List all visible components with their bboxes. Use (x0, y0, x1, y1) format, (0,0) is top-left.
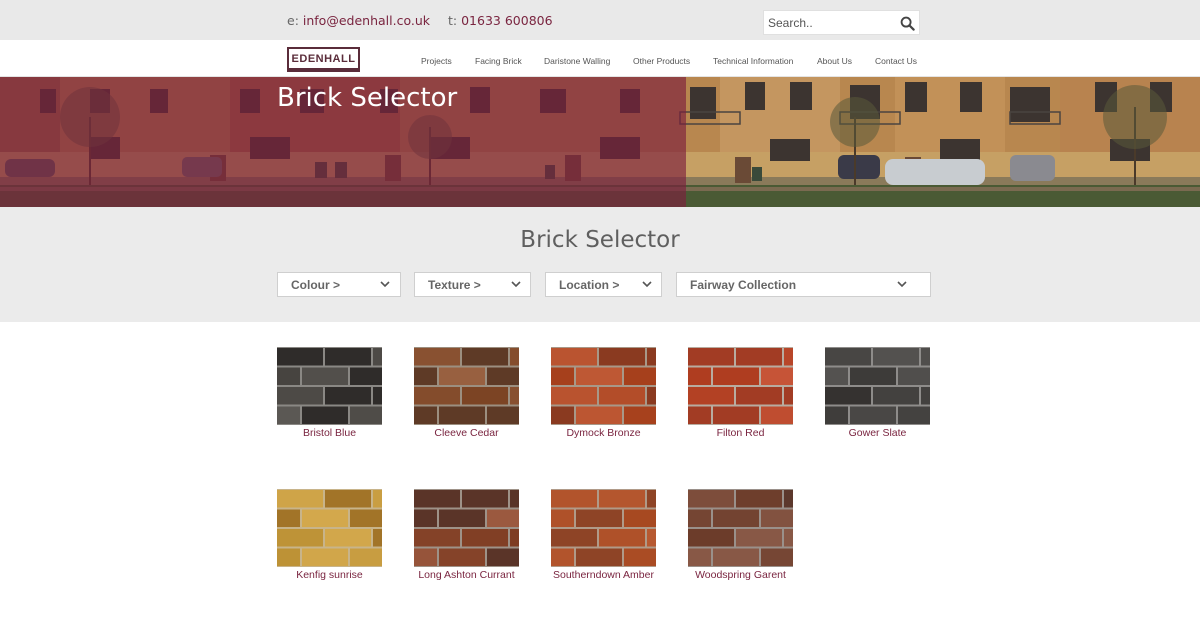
email-label: e: (287, 13, 299, 28)
product-card[interactable]: Woodspring Garent (688, 489, 793, 581)
product-name: Long Ashton Currant (418, 569, 515, 581)
brick-swatch-image (414, 489, 519, 567)
edenhall-logo[interactable]: EDENHALL (287, 47, 360, 72)
logo-text: EDENHALL (291, 52, 356, 65)
product-name: Cleeve Cedar (434, 427, 499, 439)
product-card[interactable]: Filton Red (688, 347, 793, 439)
nav-contact-us[interactable]: Contact Us (875, 56, 917, 66)
colour-select[interactable]: Colour > (277, 272, 401, 297)
top-bar: e: info@edenhall.co.uk t: 01633 600806 (0, 0, 1200, 40)
phone-label: t: (447, 13, 458, 28)
nav-projects[interactable]: Projects (421, 56, 452, 66)
chevron-down-icon (897, 281, 907, 288)
search-box (763, 10, 920, 35)
brick-swatch-image (551, 489, 656, 567)
product-card[interactable]: Cleeve Cedar (414, 347, 519, 439)
nav-other-products[interactable]: Other Products (633, 56, 690, 66)
product-card[interactable]: Dymock Bronze (551, 347, 656, 439)
brick-swatch-image (277, 489, 382, 567)
selector-title: Brick Selector (520, 227, 680, 253)
filter-panel: Brick Selector Colour > Texture > Locati… (0, 207, 1200, 322)
chevron-down-icon (380, 281, 390, 288)
product-name: Woodspring Garent (695, 569, 786, 581)
location-select[interactable]: Location > (545, 272, 662, 297)
colour-select-label: Colour > (291, 278, 341, 292)
product-card[interactable]: Kenfig sunrise (277, 489, 382, 581)
banner-title: Brick Selector (277, 83, 458, 113)
product-card[interactable]: Long Ashton Currant (414, 489, 519, 581)
brick-swatch-image (551, 347, 656, 425)
brick-swatch-image (825, 347, 930, 425)
brick-swatch-image (688, 489, 793, 567)
product-name: Gower Slate (848, 427, 907, 439)
hero-banner: Brick Selector (0, 77, 1200, 207)
product-name: Dymock Bronze (566, 427, 641, 439)
texture-select[interactable]: Texture > (414, 272, 531, 297)
search-icon[interactable] (900, 16, 915, 31)
contact-info: e: info@edenhall.co.uk t: 01633 600806 (287, 13, 553, 28)
search-input[interactable] (768, 14, 893, 31)
chevron-down-icon (642, 281, 652, 288)
product-name: Bristol Blue (302, 427, 357, 439)
banner-image (0, 77, 1200, 207)
texture-select-label: Texture > (428, 278, 481, 292)
nav-about-us[interactable]: About Us (817, 56, 852, 66)
product-name: Filton Red (716, 427, 765, 439)
brick-swatch-image (688, 347, 793, 425)
product-card[interactable]: Southerndown Amber (551, 489, 656, 581)
brick-swatch-image (414, 347, 519, 425)
nav-daristone-walling[interactable]: Daristone Walling (544, 56, 610, 66)
collection-select[interactable]: Fairway Collection (676, 272, 931, 297)
collection-select-label: Fairway Collection (690, 278, 797, 292)
email-link[interactable]: info@edenhall.co.uk (303, 13, 430, 28)
chevron-down-icon (511, 281, 521, 288)
nav-technical-information[interactable]: Technical Information (713, 56, 793, 66)
main-nav: EDENHALL Projects Facing Brick Daristone… (0, 40, 1200, 77)
phone-link[interactable]: 01633 600806 (461, 13, 552, 28)
location-select-label: Location > (559, 278, 620, 292)
nav-facing-brick[interactable]: Facing Brick (475, 56, 522, 66)
product-name: Southerndown Amber (553, 569, 654, 581)
brick-swatch-image (277, 347, 382, 425)
product-card[interactable]: Bristol Blue (277, 347, 382, 439)
product-name: Kenfig sunrise (296, 569, 363, 581)
product-card[interactable]: Gower Slate (825, 347, 930, 439)
